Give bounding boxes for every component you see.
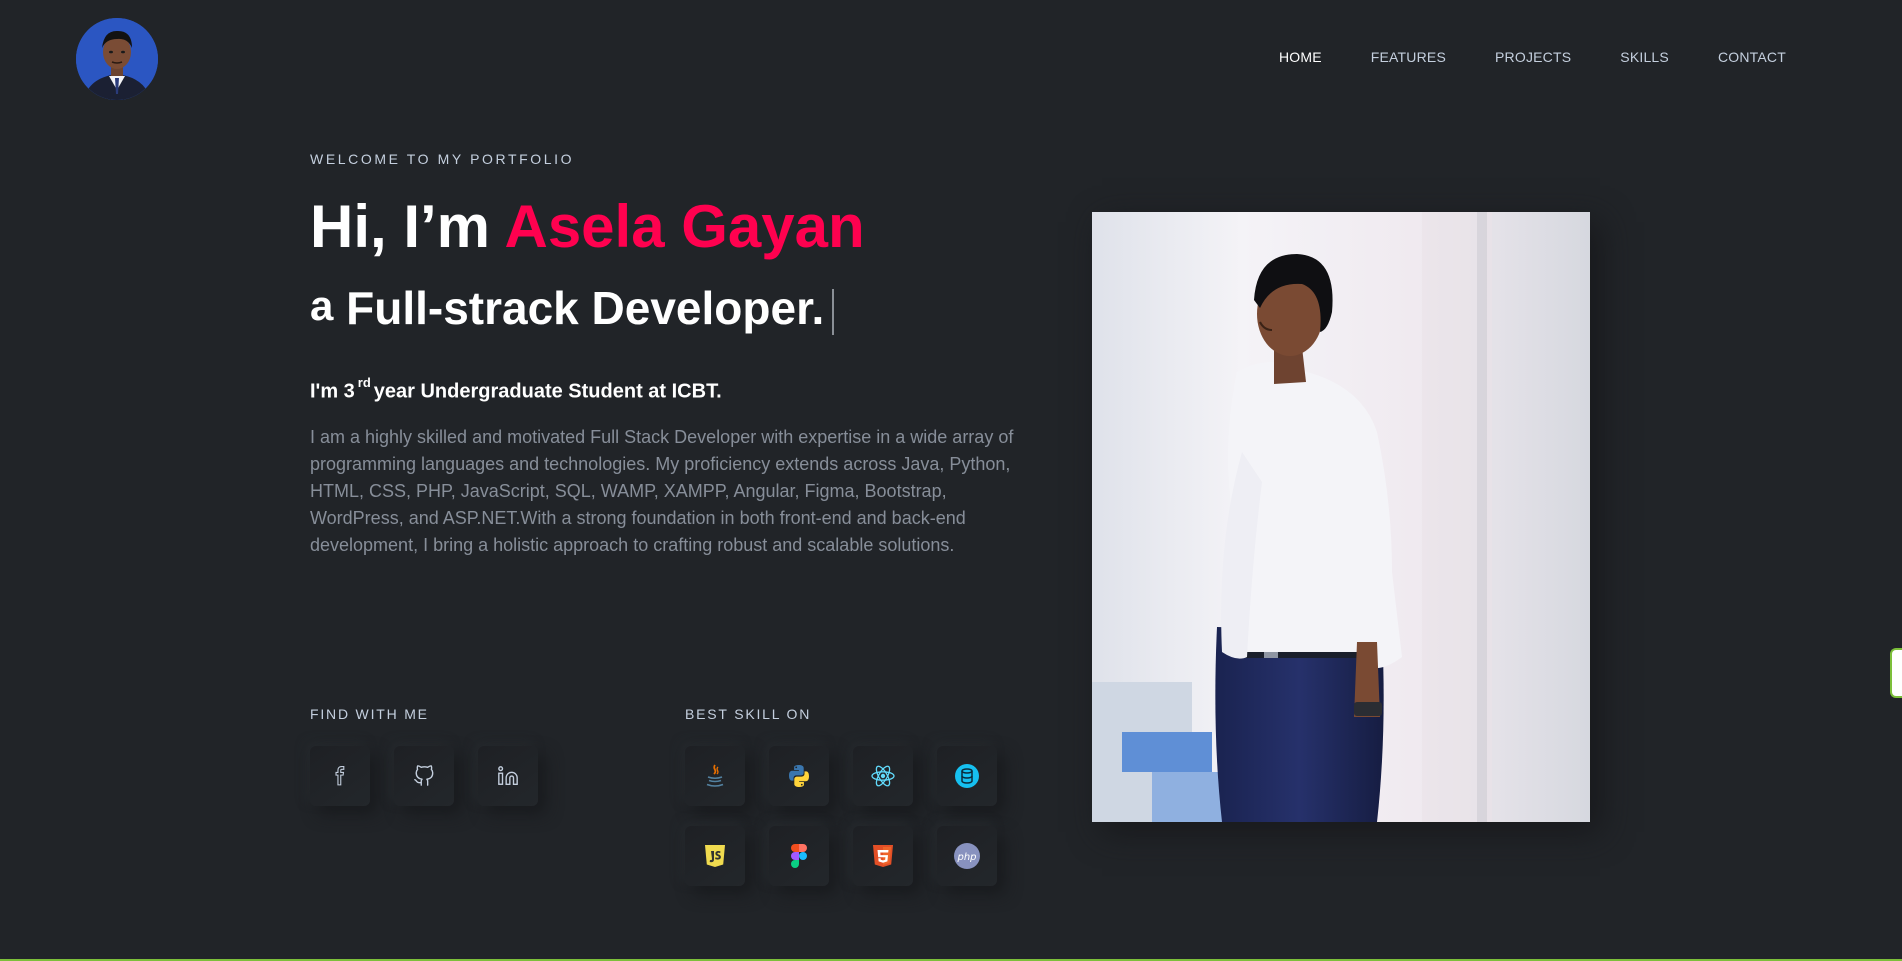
linkedin-icon [498,766,518,785]
typing-cursor [832,288,835,335]
profile-photo [1092,212,1590,822]
github-icon [414,765,434,786]
figma-icon [791,844,807,868]
python-icon [789,765,809,787]
hero-heading: Hi, I’m Asela Gayan [310,192,865,262]
subhead-after: year Undergraduate Student at ICBT. [373,380,722,403]
skill-figma[interactable] [769,826,829,886]
skill-python[interactable] [769,746,829,806]
skill-html5[interactable] [853,826,913,886]
react-icon [871,765,895,787]
role-text: Full-strack Developer. [346,282,825,334]
skill-javascript[interactable] [685,826,745,886]
main-nav: HOME FEATURES PROJECTS SKILLS CONTACT [1279,49,1786,65]
nav-home[interactable]: HOME [1279,49,1322,65]
nav-projects[interactable]: PROJECTS [1495,49,1571,65]
php-icon: php [954,843,980,869]
nav-skills[interactable]: SKILLS [1620,49,1669,65]
subhead-sup: rd [357,375,371,390]
skill-php[interactable]: php [937,826,997,886]
skill-java[interactable] [685,746,745,806]
github-button[interactable] [394,746,454,806]
facebook-icon [335,766,345,786]
php-label: php [956,852,976,863]
javascript-icon [705,845,725,867]
nav-features[interactable]: FEATURES [1371,49,1446,65]
linkedin-button[interactable] [478,746,538,806]
database-icon [955,764,979,788]
java-icon [706,764,724,787]
facebook-button[interactable] [310,746,370,806]
subhead-before: I'm 3 [310,380,355,403]
welcome-text: WELCOME TO MY PORTFOLIO [310,151,575,167]
nav-contact[interactable]: CONTACT [1718,49,1786,65]
hero-name: Asela Gayan [504,193,865,260]
html5-icon [873,845,893,867]
role-prefix: a [310,282,334,329]
best-skill-label: BEST SKILL ON [685,706,812,722]
find-with-me-label: FIND WITH ME [310,706,429,722]
bio-paragraph: I am a highly skilled and motivated Full… [310,427,1014,555]
student-status: I'm 3rd year Undergraduate Student at ICB… [310,375,722,404]
side-widget-tab[interactable] [1890,648,1902,698]
hero-role: a Full-strack Developer. [310,280,835,338]
portfolio-page: HOME FEATURES PROJECTS SKILLS CONTACT WE… [0,0,1902,961]
hero-greeting: Hi, I’m [310,193,491,260]
profile-avatar[interactable] [76,18,158,100]
skill-react[interactable] [853,746,913,806]
skill-database[interactable] [937,746,997,806]
